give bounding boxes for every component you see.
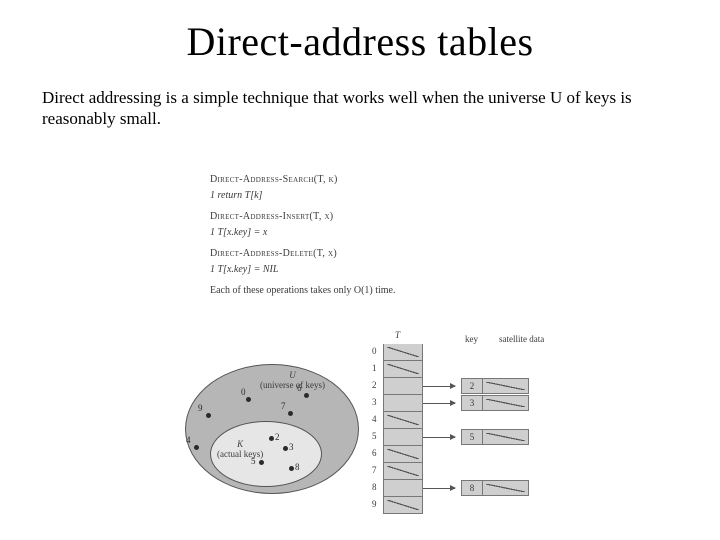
key-dot <box>259 460 264 465</box>
key-label: 4 <box>186 435 191 445</box>
code-insert-line: 1 T[x.key] = x <box>210 225 550 241</box>
pointer-arrow <box>423 488 455 489</box>
record-pair: 2 <box>461 378 529 394</box>
key-dot <box>288 411 293 416</box>
table-index: 5 <box>372 431 377 441</box>
actual-key-set: K (actual keys) 2 3 5 8 <box>210 421 322 487</box>
key-label: 6 <box>297 383 302 393</box>
table-cell: 2 <box>383 378 423 395</box>
column-header-key: key <box>465 334 478 344</box>
key-dot <box>283 446 288 451</box>
key-dot <box>304 393 309 398</box>
key-label: 9 <box>198 403 203 413</box>
table-index: 1 <box>372 363 377 373</box>
pointer-arrow <box>423 386 455 387</box>
table-cell: 0 <box>383 344 423 361</box>
key-label: 8 <box>295 462 300 472</box>
code-delete-head: Direct-Address-Delete(T, x) <box>210 246 550 262</box>
record-pair: 5 <box>461 429 529 445</box>
key-label: 2 <box>275 432 280 442</box>
actual-set-symbol: K <box>237 439 243 449</box>
code-complexity-note: Each of these operations takes only O(1)… <box>210 283 550 299</box>
record-satellite <box>483 429 529 445</box>
universe-label: U (universe of keys) <box>260 371 325 391</box>
table-cell: 1 <box>383 361 423 378</box>
page-title: Direct-address tables <box>42 18 678 65</box>
key-label: 5 <box>251 456 256 466</box>
column-header-satellite: satellite data <box>499 334 544 344</box>
key-dot <box>269 436 274 441</box>
direct-address-table: T 0 1 2 3 4 5 6 7 8 9 <box>383 344 423 514</box>
code-search-line: 1 return T[k] <box>210 188 550 204</box>
key-dot <box>194 445 199 450</box>
record-key: 8 <box>461 480 483 496</box>
record-key: 2 <box>461 378 483 394</box>
table-index: 6 <box>372 448 377 458</box>
record-key: 3 <box>461 395 483 411</box>
table-index: 9 <box>372 499 377 509</box>
record-satellite <box>483 395 529 411</box>
actual-set-label: K (actual keys) <box>217 440 263 460</box>
table-cell: 5 <box>383 429 423 446</box>
universe-symbol: U <box>289 370 296 380</box>
key-label: 0 <box>241 387 246 397</box>
table-index: 4 <box>372 414 377 424</box>
table-cell: 3 <box>383 395 423 412</box>
pointer-arrow <box>423 403 455 404</box>
table-index: 8 <box>372 482 377 492</box>
table-cell: 7 <box>383 463 423 480</box>
code-delete-line: 1 T[x.key] = NIL <box>210 262 550 278</box>
key-label: 7 <box>281 401 286 411</box>
table-cell: 9 <box>383 497 423 514</box>
table-cell: 8 <box>383 480 423 497</box>
pseudocode-block: Direct-Address-Search(T, k) 1 return T[k… <box>210 172 550 299</box>
record-pair: 3 <box>461 395 529 411</box>
universe-subtitle: (universe of keys) <box>260 380 325 390</box>
code-search-head: Direct-Address-Search(T, k) <box>210 172 550 188</box>
table-index: 0 <box>372 346 377 356</box>
key-dot <box>289 466 294 471</box>
record-satellite <box>483 378 529 394</box>
table-index: 7 <box>372 465 377 475</box>
table-cell: 6 <box>383 446 423 463</box>
table-cell: 4 <box>383 412 423 429</box>
key-dot <box>206 413 211 418</box>
record-pair: 8 <box>461 480 529 496</box>
universe-set: U (universe of keys) 0 4 6 7 9 K (actual… <box>185 364 359 494</box>
table-index: 2 <box>372 380 377 390</box>
table-index: 3 <box>372 397 377 407</box>
record-key: 5 <box>461 429 483 445</box>
table-symbol: T <box>395 330 400 340</box>
code-insert-head: Direct-Address-Insert(T, x) <box>210 209 550 225</box>
direct-address-figure: U (universe of keys) 0 4 6 7 9 K (actual… <box>185 332 605 528</box>
actual-set-subtitle: (actual keys) <box>217 449 263 459</box>
record-satellite <box>483 480 529 496</box>
key-label: 3 <box>289 442 294 452</box>
pointer-arrow <box>423 437 455 438</box>
key-dot <box>246 397 251 402</box>
intro-text: Direct addressing is a simple technique … <box>42 87 678 130</box>
